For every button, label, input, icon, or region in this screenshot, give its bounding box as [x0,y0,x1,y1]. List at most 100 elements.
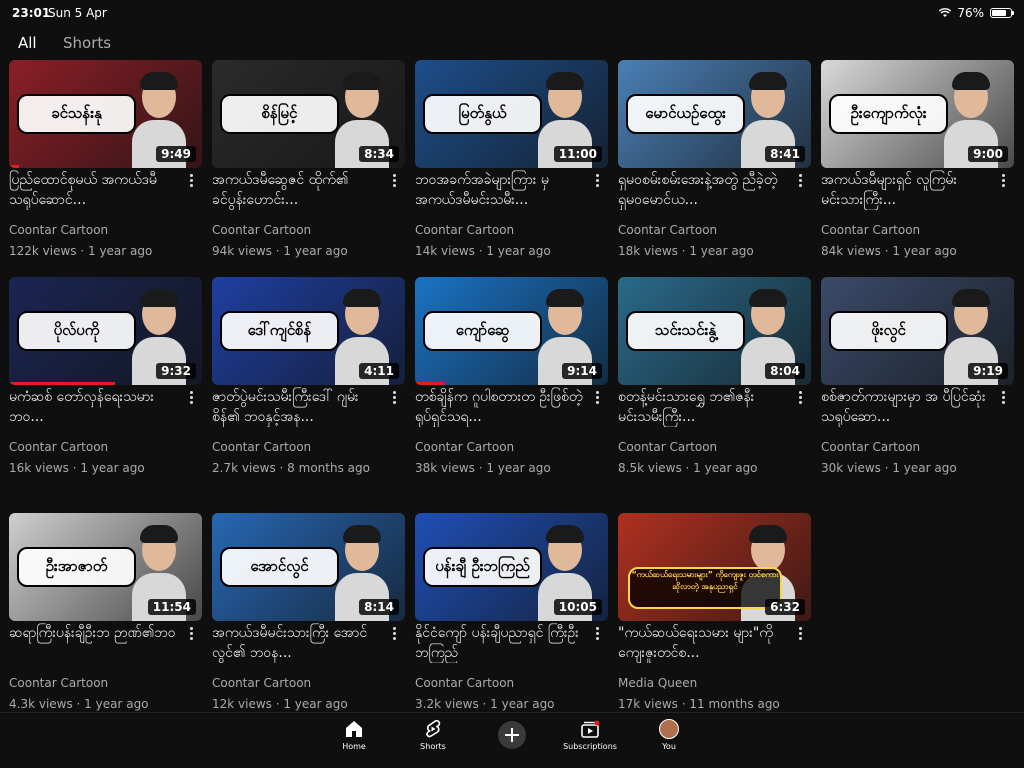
video-thumbnail[interactable]: ပန်းချီ ဦးဘကြည် 10:05 [415,513,608,621]
watch-progress-bar [415,382,444,385]
thumbnail-title-text: ခင်သန်းနု [17,94,136,134]
video-thumbnail[interactable]: ဦးကျောက်လုံး 9:00 [821,60,1014,168]
video-thumbnail[interactable]: ဒေါ်ကျင်စိန် 4:11 [212,277,405,385]
video-card[interactable]: “ကယ်ဆယ်ရေးသမားများ” ကိုကျေးဇူး တင်စကားဆိ… [618,513,811,712]
channel-name[interactable]: Coontar Cartoon [212,223,311,237]
video-card[interactable]: သင်းသင်းနွဲ့ 8:04 စတန့်မင်းသားရွှေ ဘ၏ဇနီး … [618,277,811,482]
video-card[interactable]: စိန်မြင့် 8:34 အကယ်ဒမီဆွေဇင် ထိုက်၏ ခင်ပွန… [212,60,405,265]
more-options-icon[interactable] [996,389,1010,407]
video-title[interactable]: တစ်ချိန်က ဂူပါစတားတ ဦးဖြစ်တဲ့ ရုပ်ရှင်သရ… [415,387,585,427]
channel-name[interactable]: Coontar Cartoon [618,223,717,237]
video-card[interactable]: ကျော်ဆွေ 9:14 တစ်ချိန်က ဂူပါစတားတ ဦးဖြစ်တဲ… [415,277,608,482]
more-options-icon[interactable] [793,625,807,643]
nav-subscriptions[interactable]: Subscriptions [560,719,620,751]
more-options-icon[interactable] [387,625,401,643]
video-title[interactable]: ဆရာကြီးပန်းချီဦးဘ ဉာဏ်၏ဘဝ [9,623,179,663]
thumbnail-title-text: မြတ်နွယ် [423,94,542,134]
more-options-icon[interactable] [184,389,198,407]
video-title[interactable]: ဇာတ်ပွဲမင်းသမီးကြီးဒေါ် ဂျမ်းစိန်၏ ဘဝနှင… [212,387,382,427]
video-title[interactable]: အကယ်ဒမီမင်းသားကြီး အောင်လွင်၏ ဘဝန... [212,623,382,663]
video-card[interactable]: ပိုလ်ပကို 9:32 မကံဆစ် တော်လှန်ရေးသမားဘဝ...… [9,277,202,482]
video-title[interactable]: အကယ်ဒမီများရှင် လူကြမ်းမင်းသားကြီး... [821,170,991,210]
video-thumbnail[interactable]: မောင်ယဉ်ထွေး 8:41 [618,60,811,168]
nav-you[interactable]: You [639,719,699,751]
thumbnail-title-text: ဦးကျောက်လုံး [829,94,948,134]
channel-name[interactable]: Coontar Cartoon [212,440,311,454]
channel-name[interactable]: Coontar Cartoon [9,440,108,454]
more-options-icon[interactable] [590,389,604,407]
thumbnail-title-text: မောင်ယဉ်ထွေး [626,94,745,134]
video-card[interactable]: အောင်လွင် 8:14 အကယ်ဒမီမင်းသားကြီး အောင်လွင… [212,513,405,712]
nav-shorts[interactable]: Shorts [403,719,463,751]
more-options-icon[interactable] [387,172,401,190]
channel-name[interactable]: Coontar Cartoon [821,440,920,454]
more-options-icon[interactable] [793,172,807,190]
duration-badge: 9:00 [968,146,1008,162]
video-card[interactable]: ပန်းချီ ဦးဘကြည် 10:05 နိုင်ငံကျော် ပန်းချီ… [415,513,608,712]
video-title[interactable]: အကယ်ဒမီဆွေဇင် ထိုက်၏ ခင်ပွန်းဟောင်း... [212,170,382,210]
channel-name[interactable]: Coontar Cartoon [618,440,717,454]
bottom-nav: Home Shorts Subscriptions You [0,712,1024,768]
watch-progress-bar [9,165,19,168]
video-title[interactable]: ဘဝအခက်အခဲများကြား မှ အကယ်ဒမီမင်းသမီး... [415,170,585,210]
more-options-icon[interactable] [184,625,198,643]
more-options-icon[interactable] [996,172,1010,190]
channel-name[interactable]: Coontar Cartoon [212,676,311,690]
video-title[interactable]: "ကယ်ဆယ်ရေးသမား များ"ကို ကျေးဇူးတင်စ... [618,623,788,663]
watch-progress-bar [9,382,116,385]
video-meta: 2.7k views · 8 months ago [212,461,370,475]
more-options-icon[interactable] [590,172,604,190]
video-thumbnail[interactable]: မြတ်နွယ် 11:00 [415,60,608,168]
video-thumbnail[interactable]: စိန်မြင့် 8:34 [212,60,405,168]
more-options-icon[interactable] [387,389,401,407]
nav-home[interactable]: Home [324,719,384,751]
feed-tabs: All Shorts [0,30,1024,58]
video-thumbnail[interactable]: ပိုလ်ပကို 9:32 [9,277,202,385]
video-thumbnail[interactable]: ဖိုးလွင် 9:19 [821,277,1014,385]
more-options-icon[interactable] [590,625,604,643]
video-card[interactable]: မြတ်နွယ် 11:00 ဘဝအခက်အခဲများကြား မှ အကယ်ဒမ… [415,60,608,265]
more-options-icon[interactable] [184,172,198,190]
video-title[interactable]: စစ်ဇာတ်ကားများမှာ အ ပီပြင်ဆုံးသရုပ်ဆော..… [821,387,991,427]
tab-all[interactable]: All [18,34,37,52]
home-icon [346,721,362,737]
video-title[interactable]: မကံဆစ် တော်လှန်ရေးသမားဘဝ... [9,387,179,427]
channel-name[interactable]: Coontar Cartoon [415,676,514,690]
video-title[interactable]: ပြည်ထောင်စုမယ် အကယ်ဒမီသရုပ်ဆောင်... [9,170,179,210]
video-title[interactable]: နိုင်ငံကျော် ပန်းချီပညာရှင် ကြီးဦးဘကြည် [415,623,585,663]
video-title[interactable]: စတန့်မင်းသားရွှေ ဘ၏ဇနီး မင်းသမီးကြီး... [618,387,788,427]
video-meta: 18k views · 1 year ago [618,244,754,258]
video-card[interactable]: ဦးကျောက်လုံး 9:00 အကယ်ဒမီများရှင် လူကြမ်းမ… [821,60,1014,265]
video-title[interactable]: ရှမဝစမ်းစမ်းအေးနဲ့အတွဲ ညီခဲ့တဲ့ ရှမဝမောင… [618,170,788,210]
status-time: 23:01 [12,6,51,20]
video-meta: 30k views · 1 year ago [821,461,957,475]
duration-badge: 9:14 [562,363,602,379]
video-thumbnail[interactable]: သင်းသင်းနွဲ့ 8:04 [618,277,811,385]
video-meta: 8.5k views · 1 year ago [618,461,758,475]
video-card[interactable]: ခင်သန်းနု 9:49 ပြည်ထောင်စုမယ် အကယ်ဒမီသရုပ်… [9,60,202,265]
duration-badge: 8:14 [359,599,399,615]
video-card[interactable]: ဦးအာဇာတ် 11:54 ဆရာကြီးပန်းချီဦးဘ ဉာဏ်၏ဘဝ Co… [9,513,202,712]
video-card[interactable]: မောင်ယဉ်ထွေး 8:41 ရှမဝစမ်းစမ်းအေးနဲ့အတွဲ ည… [618,60,811,265]
video-thumbnail[interactable]: အောင်လွင် 8:14 [212,513,405,621]
video-card[interactable]: ဖိုးလွင် 9:19 စစ်ဇာတ်ကားများမှာ အ ပီပြင်ဆု… [821,277,1014,482]
more-options-icon[interactable] [793,389,807,407]
video-thumbnail[interactable]: ခင်သန်းနု 9:49 [9,60,202,168]
channel-name[interactable]: Coontar Cartoon [415,440,514,454]
video-thumbnail[interactable]: ကျော်ဆွေ 9:14 [415,277,608,385]
wifi-icon [939,8,952,17]
thumbnail-title-text: အောင်လွင် [220,547,339,587]
tab-shorts[interactable]: Shorts [63,34,111,52]
channel-name[interactable]: Coontar Cartoon [821,223,920,237]
thumbnail-title-text: ပိုလ်ပကို [17,311,136,351]
video-meta: 122k views · 1 year ago [9,244,153,258]
channel-name[interactable]: Coontar Cartoon [415,223,514,237]
video-thumbnail[interactable]: “ကယ်ဆယ်ရေးသမားများ” ကိုကျေးဇူး တင်စကားဆိ… [618,513,811,621]
video-thumbnail[interactable]: ဦးအာဇာတ် 11:54 [9,513,202,621]
channel-name[interactable]: Coontar Cartoon [9,223,108,237]
video-meta: 12k views · 1 year ago [212,697,348,711]
channel-name[interactable]: Media Queen [618,676,697,690]
video-card[interactable]: ဒေါ်ကျင်စိန် 4:11 ဇာတ်ပွဲမင်းသမီးကြီးဒေါ် … [212,277,405,482]
create-button[interactable] [498,721,526,749]
channel-name[interactable]: Coontar Cartoon [9,676,108,690]
